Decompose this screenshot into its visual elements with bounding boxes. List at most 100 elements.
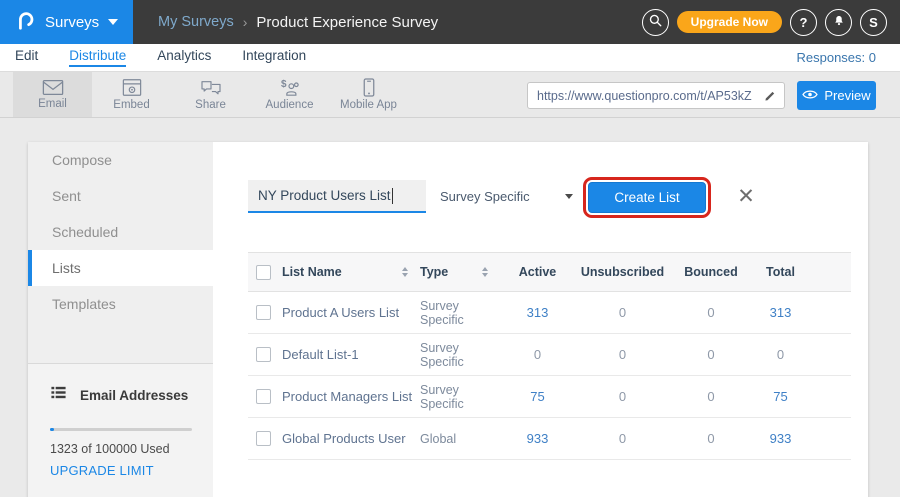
unsubscribed-count: 0 xyxy=(575,347,670,362)
active-count[interactable]: 313 xyxy=(500,305,575,320)
embed-icon xyxy=(122,78,142,97)
channel-share[interactable]: Share xyxy=(171,72,250,117)
active-count[interactable]: 75 xyxy=(500,389,575,404)
distribute-channels: Email Embed xyxy=(13,72,408,117)
active-count: 0 xyxy=(500,347,575,362)
list-name-link[interactable]: Product A Users List xyxy=(282,305,420,320)
lists-main: NY Product Users List Survey Specific Cr… xyxy=(213,142,868,497)
list-type: Global xyxy=(420,432,500,446)
row-checkbox[interactable] xyxy=(256,389,271,404)
bounced-count: 0 xyxy=(670,389,752,404)
breadcrumb-my-surveys[interactable]: My Surveys xyxy=(158,14,234,30)
sort-icon[interactable] xyxy=(482,267,488,277)
channel-email[interactable]: Email xyxy=(13,72,92,117)
usage-text: 1323 of 100000 Used xyxy=(50,442,191,456)
tab-analytics[interactable]: Analytics xyxy=(157,48,211,67)
email-addresses-title: Email Addresses xyxy=(80,388,188,403)
avatar[interactable]: S xyxy=(860,9,887,36)
row-checkbox[interactable] xyxy=(256,347,271,362)
bell-icon xyxy=(832,14,846,31)
unsubscribed-count: 0 xyxy=(575,305,670,320)
create-list-button[interactable]: Create List xyxy=(588,182,706,213)
questionpro-logo-icon xyxy=(14,9,36,36)
col-active: Active xyxy=(500,265,575,279)
help-button[interactable]: ? xyxy=(790,9,817,36)
unsubscribed-count: 0 xyxy=(575,431,670,446)
channel-label: Email xyxy=(38,98,67,110)
channel-mobile-app[interactable]: Mobile App xyxy=(329,72,408,117)
annotation-highlight: Create List xyxy=(583,177,711,218)
preview-button[interactable]: Preview xyxy=(797,81,876,110)
audience-icon: $ xyxy=(279,78,301,97)
pencil-icon xyxy=(764,89,777,102)
list-name-link[interactable]: Default List-1 xyxy=(282,347,420,362)
sidebar-item-compose[interactable]: Compose xyxy=(28,142,213,178)
list-type: Survey Specific xyxy=(420,299,500,327)
bounced-count: 0 xyxy=(670,305,752,320)
total-count[interactable]: 75 xyxy=(752,389,851,404)
svg-text:$: $ xyxy=(280,79,286,90)
row-checkbox[interactable] xyxy=(256,305,271,320)
responses-count[interactable]: Responses: 0 xyxy=(797,50,877,65)
bounced-count: 0 xyxy=(670,347,752,362)
channel-label: Embed xyxy=(113,99,149,111)
bounced-count: 0 xyxy=(670,431,752,446)
total-count[interactable]: 313 xyxy=(752,305,851,320)
sidebar-item-sent[interactable]: Sent xyxy=(28,178,213,214)
share-icon xyxy=(200,79,222,97)
select-all-checkbox[interactable] xyxy=(256,265,271,280)
search-icon xyxy=(648,13,663,31)
search-button[interactable] xyxy=(642,9,669,36)
channel-label: Mobile App xyxy=(340,99,397,111)
list-type: Survey Specific xyxy=(420,383,500,411)
tab-edit[interactable]: Edit xyxy=(15,48,38,67)
distribute-toolbar: Email Embed xyxy=(0,72,900,118)
edit-url-button[interactable] xyxy=(756,83,784,108)
table-row: Default List-1 Survey Specific 0 0 0 0 xyxy=(248,334,851,376)
survey-nav-tabs: Edit Distribute Analytics Integration xyxy=(0,48,306,67)
tab-integration[interactable]: Integration xyxy=(242,48,306,67)
chevron-down-icon xyxy=(565,194,573,199)
chevron-down-icon xyxy=(108,19,118,25)
sort-icon[interactable] xyxy=(402,267,408,277)
channel-embed[interactable]: Embed xyxy=(92,72,171,117)
email-addresses-section: Email Addresses 1323 of 100000 Used UPGR… xyxy=(28,364,213,497)
table-row: Product A Users List Survey Specific 313… xyxy=(248,292,851,334)
list-type: Survey Specific xyxy=(420,341,500,369)
list-name-link[interactable]: Product Managers List xyxy=(282,389,420,404)
survey-url-input[interactable] xyxy=(528,89,756,103)
sidebar-item-templates[interactable]: Templates xyxy=(28,286,213,322)
list-type-select[interactable]: Survey Specific xyxy=(440,180,573,213)
total-count[interactable]: 933 xyxy=(752,431,851,446)
product-switcher[interactable]: Surveys xyxy=(0,0,133,44)
row-checkbox[interactable] xyxy=(256,431,271,446)
channel-audience[interactable]: $ Audience xyxy=(250,72,329,117)
list-name-input[interactable]: NY Product Users List xyxy=(248,180,426,213)
topbar-actions: Upgrade Now ? S xyxy=(642,0,887,44)
table-row: Global Products User Global 933 0 0 933 xyxy=(248,418,851,460)
notifications-button[interactable] xyxy=(825,9,852,36)
list-type-selected: Survey Specific xyxy=(440,189,530,204)
tab-distribute[interactable]: Distribute xyxy=(69,48,126,67)
upgrade-now-button[interactable]: Upgrade Now xyxy=(677,11,782,33)
col-total: Total xyxy=(752,265,851,279)
close-icon[interactable]: ✕ xyxy=(734,184,758,208)
total-count: 0 xyxy=(752,347,851,362)
top-bar: Surveys My Surveys › Product Experience … xyxy=(0,0,900,44)
active-count[interactable]: 933 xyxy=(500,431,575,446)
upgrade-limit-link[interactable]: UPGRADE LIMIT xyxy=(50,463,191,478)
sidebar-item-scheduled[interactable]: Scheduled xyxy=(28,214,213,250)
help-icon: ? xyxy=(800,15,808,30)
sidebar-item-lists[interactable]: Lists xyxy=(28,250,213,286)
breadcrumb: My Surveys › Product Experience Survey xyxy=(158,0,438,44)
eye-icon xyxy=(802,88,818,103)
unsubscribed-count: 0 xyxy=(575,389,670,404)
list-name-link[interactable]: Global Products User xyxy=(282,431,420,446)
col-list-name: List Name xyxy=(282,265,342,279)
col-bounced: Bounced xyxy=(670,265,752,279)
preview-label: Preview xyxy=(824,88,870,103)
survey-nav: Edit Distribute Analytics Integration Re… xyxy=(0,44,900,72)
table-row: Product Managers List Survey Specific 75… xyxy=(248,376,851,418)
text-cursor xyxy=(392,188,393,204)
lists-table: List Name Type Active Unsubscribed Bounc… xyxy=(248,252,851,460)
